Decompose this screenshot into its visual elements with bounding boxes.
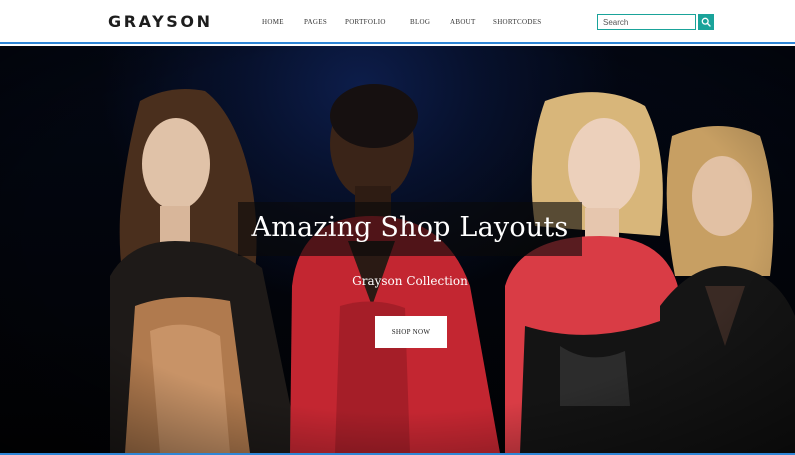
search-button[interactable]: [698, 14, 714, 30]
nav-item-shortcodes[interactable]: SHORTCODES: [493, 18, 541, 26]
nav-item-blog[interactable]: BLOG: [410, 18, 430, 26]
search-icon: [701, 17, 711, 27]
search-input[interactable]: [597, 14, 696, 30]
shop-now-button[interactable]: SHOP NOW: [375, 316, 447, 348]
nav-item-about[interactable]: ABOUT: [450, 18, 476, 26]
nav-item-pages[interactable]: PAGES: [304, 18, 327, 26]
nav-item-home[interactable]: HOME: [262, 18, 284, 26]
site-header: GRAYSON HOME PAGES PORTFOLIO BLOG ABOUT …: [0, 0, 795, 44]
hero-banner: Amazing Shop Layouts Grayson Collection …: [0, 46, 795, 453]
hero-subtitle: Grayson Collection: [352, 274, 468, 288]
nav-item-portfolio[interactable]: PORTFOLIO: [345, 18, 386, 26]
hero-title: Amazing Shop Layouts: [251, 212, 569, 243]
